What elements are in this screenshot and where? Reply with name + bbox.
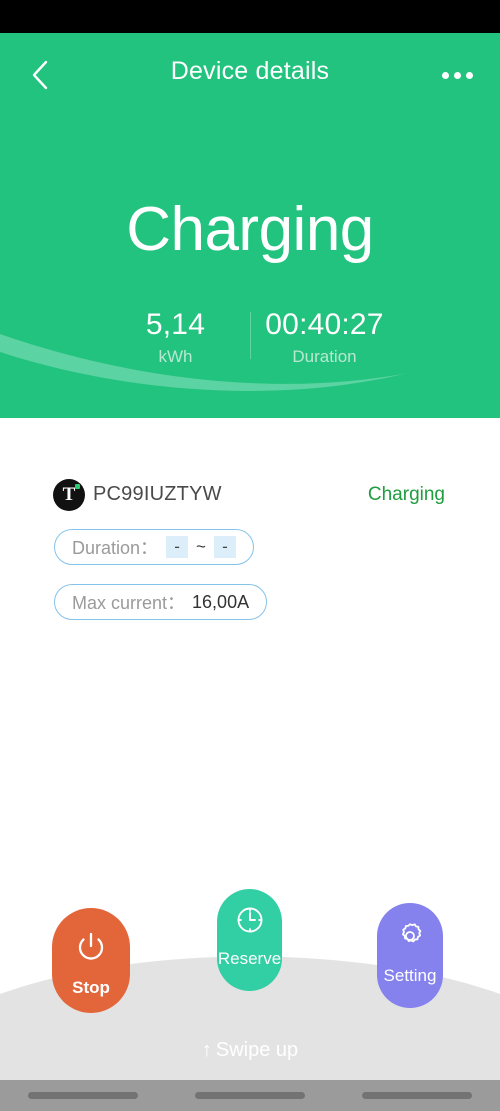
nav-home-button[interactable] [194, 1092, 305, 1099]
hero-section: Device details Charging 5,14 kWh 00:40:2… [0, 33, 500, 418]
tuya-logo-icon: T [53, 479, 85, 511]
duration-end-value[interactable]: - [213, 536, 236, 558]
page-title: Device details [170, 57, 330, 85]
device-name: PC99IUZTYW [93, 483, 222, 505]
reserve-button[interactable]: Reserve [217, 889, 282, 991]
device-row[interactable]: T PC99IUZTYW Charging [0, 475, 500, 515]
duration-start-value[interactable]: - [166, 536, 189, 558]
duration-chip-label: Duration： [72, 538, 159, 558]
swipe-up-hint[interactable]: ↑ Swipe up [0, 1039, 500, 1062]
duration-separator: ~ [196, 537, 206, 556]
power-icon [74, 929, 108, 963]
dot-1 [441, 71, 449, 79]
gear-icon [395, 921, 425, 951]
stop-button[interactable]: Stop [52, 908, 130, 1013]
setting-button-label: Setting [383, 966, 437, 985]
device-logo-letter: T [62, 484, 76, 505]
device-logo-dot [75, 484, 80, 489]
phone-screen: Device details Charging 5,14 kWh 00:40:2… [0, 0, 500, 1111]
max-current-chip[interactable]: Max current： 16,00A [54, 584, 268, 620]
android-navigation-bar [0, 1080, 500, 1111]
arrow-up-icon: ↑ [201, 1039, 212, 1061]
swipe-up-label: Swipe up [215, 1039, 299, 1061]
top-app-bar: Device details [0, 33, 500, 111]
reserve-button-label: Reserve [217, 949, 282, 968]
nav-back-button[interactable] [28, 1092, 139, 1099]
dot-3 [465, 71, 473, 79]
max-current-chip-label: Max current： [72, 593, 186, 613]
max-current-value: 16,00A [192, 591, 250, 612]
clock-icon [235, 905, 265, 935]
charging-status-title: Charging [126, 195, 374, 264]
status-bar [0, 0, 500, 33]
setting-button[interactable]: Setting [377, 903, 443, 1008]
nav-recents-button[interactable] [361, 1092, 472, 1099]
duration-chip[interactable]: Duration： - ~ - [54, 529, 254, 565]
stop-button-label: Stop [72, 978, 110, 997]
overflow-dots-icon[interactable] [434, 53, 480, 97]
device-status-badge: Charging [367, 484, 445, 505]
wave-decoration [0, 334, 500, 418]
dot-2 [453, 71, 461, 79]
